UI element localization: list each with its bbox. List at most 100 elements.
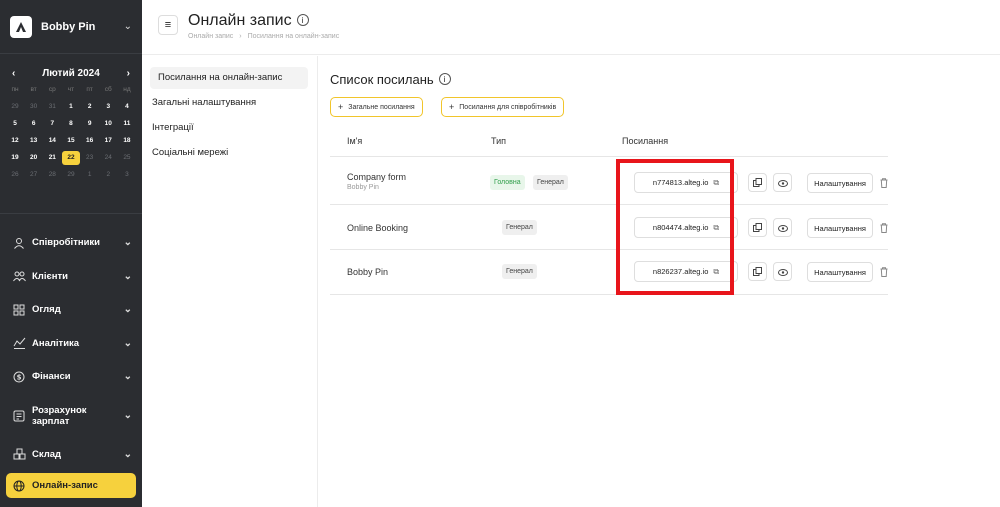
calendar-day[interactable]: 31	[43, 100, 61, 114]
highlight-box	[616, 159, 734, 295]
plus-icon: +	[338, 102, 344, 112]
calendar-day[interactable]: 5	[6, 117, 24, 131]
calendar-day[interactable]: 27	[25, 168, 43, 182]
subnav-item-integrations[interactable]: Інтеграції	[152, 122, 194, 133]
calendar-day[interactable]: 6	[25, 117, 43, 131]
calendar-day[interactable]: 10	[99, 117, 117, 131]
clients-icon	[12, 269, 26, 283]
sidebar-item-analytics[interactable]: Аналітика ⌄	[0, 327, 142, 361]
menu-toggle-button[interactable]: ≡	[158, 15, 178, 35]
column-header-type: Тип	[491, 136, 507, 146]
trash-icon[interactable]	[878, 221, 890, 235]
subnav-item-links[interactable]: Посилання на онлайн-запис	[150, 67, 308, 89]
calendar-day[interactable]: 17	[99, 134, 117, 148]
dollar-icon: $	[12, 370, 26, 384]
button-label: Посилання для співробітників	[459, 103, 557, 111]
calendar-day[interactable]: 7	[43, 117, 61, 131]
preview-button[interactable]	[773, 262, 792, 281]
calendar-day[interactable]: 14	[43, 134, 61, 148]
calendar-day[interactable]: 15	[62, 134, 80, 148]
calendar-day[interactable]: 1	[62, 100, 80, 114]
calendar-day[interactable]: 25	[118, 151, 136, 165]
sidebar-item-payroll[interactable]: Розрахунок зарплат ⌄	[0, 394, 142, 438]
calendar-day[interactable]: 21	[43, 151, 61, 165]
calendar-day[interactable]: 16	[81, 134, 99, 148]
calendar-day[interactable]: 23	[81, 151, 99, 165]
copy-button[interactable]	[748, 218, 767, 237]
sidebar-item-label: Огляд	[32, 304, 61, 316]
calendar-day[interactable]: 24	[99, 151, 117, 165]
sidebar-item-label: Співробітники	[32, 237, 101, 249]
trash-icon[interactable]	[878, 265, 890, 279]
brand-name: Bobby Pin	[41, 20, 96, 33]
general-link-button[interactable]: + Загальне посилання	[330, 97, 423, 117]
weekday-label: сб	[104, 86, 112, 93]
calendar-month: Лютий 2024	[42, 68, 100, 79]
trash-icon[interactable]	[878, 176, 890, 190]
eye-icon	[777, 174, 788, 192]
sidebar-item-staff[interactable]: Співробітники ⌄	[0, 226, 142, 260]
sidebar-item-overview[interactable]: Огляд ⌄	[0, 293, 142, 327]
prev-month-button[interactable]: ‹	[12, 68, 15, 79]
logo-icon	[10, 15, 32, 38]
calendar-day[interactable]: 4	[118, 100, 136, 114]
calendar-day[interactable]: 8	[62, 117, 80, 131]
calendar-day[interactable]: 28	[43, 168, 61, 182]
breadcrumb-item[interactable]: Онлайн запис	[188, 33, 233, 40]
calendar-day[interactable]: 12	[6, 134, 24, 148]
copy-button[interactable]	[748, 262, 767, 281]
info-icon[interactable]: i	[438, 73, 451, 85]
settings-button[interactable]: Налаштування	[807, 173, 873, 193]
calendar-day[interactable]: 2	[81, 100, 99, 114]
brand-switcher[interactable]: Bobby Pin ⌄	[0, 0, 142, 54]
subnav-item-social[interactable]: Соціальні мережі	[152, 147, 228, 158]
chevron-down-icon: ⌄	[123, 448, 132, 460]
calendar-day[interactable]: 18	[118, 134, 136, 148]
sidebar-item-warehouse[interactable]: Склад ⌄	[0, 438, 142, 472]
weekday-label: нд	[123, 86, 131, 93]
button-label: Загальне посилання	[348, 103, 415, 111]
eye-icon	[777, 219, 788, 237]
weekday-label: ср	[48, 86, 56, 93]
settings-button[interactable]: Налаштування	[807, 218, 873, 238]
warehouse-icon	[12, 447, 26, 461]
payroll-icon	[12, 409, 26, 423]
type-tag: Генерал	[502, 264, 537, 279]
sidebar-item-label: Фінанси	[32, 371, 71, 383]
calendar-day[interactable]: 29	[62, 168, 80, 182]
calendar-day[interactable]: 1	[81, 168, 99, 182]
preview-button[interactable]	[773, 173, 792, 192]
calendar-day[interactable]: 20	[25, 151, 43, 165]
subnav-item-general[interactable]: Загальні налаштування	[152, 97, 256, 108]
staff-link-button[interactable]: + Посилання для співробітників	[441, 97, 565, 117]
sidebar-item-online-booking[interactable]: Онлайн-запис	[6, 473, 136, 498]
calendar-day[interactable]: 30	[25, 100, 43, 114]
breadcrumb-separator: ›	[239, 33, 242, 40]
calendar-day[interactable]: 26	[6, 168, 24, 182]
calendar-day[interactable]: 13	[25, 134, 43, 148]
calendar-day[interactable]: 3	[118, 168, 136, 182]
type-tag: Головна	[490, 175, 525, 190]
settings-button[interactable]: Налаштування	[807, 262, 873, 282]
globe-icon	[12, 479, 26, 493]
info-icon[interactable]: i	[296, 14, 309, 26]
calendar-day[interactable]: 19	[6, 151, 24, 165]
calendar-day[interactable]: 3	[99, 100, 117, 114]
copy-button[interactable]	[748, 173, 767, 192]
calendar-day[interactable]: 2	[99, 168, 117, 182]
mini-calendar: ‹ Лютий 2024 › пн вт ср чт пт сб нд 29 30 31 1 2 3 4 5…	[0, 54, 142, 214]
preview-button[interactable]	[773, 218, 792, 237]
sidebar-item-clients[interactable]: Клієнти ⌄	[0, 260, 142, 294]
next-month-button[interactable]: ›	[127, 68, 130, 79]
chevron-down-icon: ⌄	[123, 237, 132, 249]
svg-text:$: $	[17, 373, 22, 381]
section-title: Список посилань i	[330, 72, 451, 87]
chevron-down-icon: ⌄	[123, 337, 132, 349]
calendar-day-today[interactable]: 22	[61, 151, 80, 165]
calendar-day[interactable]: 29	[6, 100, 24, 114]
calendar-day[interactable]: 9	[81, 117, 99, 131]
sidebar-item-finance[interactable]: $ Фінанси ⌄	[0, 360, 142, 394]
eye-icon	[777, 263, 788, 281]
calendar-day[interactable]: 11	[118, 117, 136, 131]
section-title-text: Список посилань	[330, 72, 434, 87]
